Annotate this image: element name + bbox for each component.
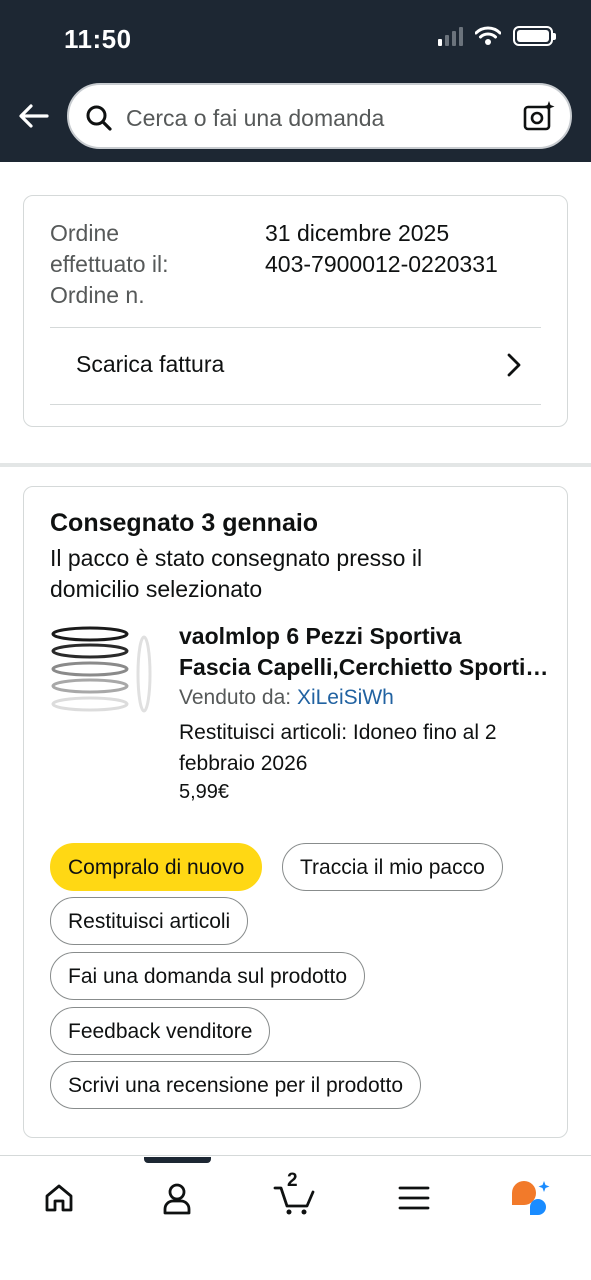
home-icon xyxy=(45,1184,73,1212)
rufus-assistant-icon xyxy=(512,1181,550,1215)
download-invoice-row[interactable]: Scarica fattura xyxy=(50,327,541,405)
placed-on-label: effettuato il: xyxy=(50,251,169,277)
tab-menu[interactable] xyxy=(384,1176,444,1220)
tab-account[interactable] xyxy=(147,1176,207,1220)
delivery-status-description: Il pacco è stato consegnato presso il do… xyxy=(50,545,423,602)
tab-cart[interactable]: 2 xyxy=(265,1170,325,1220)
tab-rufus[interactable] xyxy=(500,1176,560,1220)
order-date: 31 dicembre 2025 xyxy=(265,220,450,246)
search-placeholder: Cerca o fai una domanda xyxy=(126,105,385,131)
menu-icon xyxy=(398,1186,430,1210)
search-icon xyxy=(86,105,112,131)
order-number: 403-7900012-0220331 xyxy=(265,251,498,277)
product-title-line1: vaolmlop 6 Pezzi Sportiva xyxy=(179,623,462,649)
product-price: 5,99€ xyxy=(179,781,230,803)
ask-product-question-button[interactable]: Fai una domanda sul prodotto xyxy=(50,952,366,1000)
back-arrow-icon[interactable] xyxy=(16,98,52,134)
camera-search-icon[interactable] xyxy=(522,99,556,133)
product-title[interactable]: vaolmlop 6 Pezzi Sportiva Fascia Capelli… xyxy=(179,621,549,683)
status-icons xyxy=(438,26,556,46)
sold-by-label: Venduto da: xyxy=(179,686,292,709)
order-values: 31 dicembre 2025 403-7900012-0220331 xyxy=(265,218,498,280)
order-labels: Ordine effettuato il: Ordine n. xyxy=(50,218,169,311)
battery-icon xyxy=(513,26,556,46)
search-bar[interactable]: Cerca o fai una domanda xyxy=(67,83,572,149)
product-title-line2: Fascia Capelli,Cerchietto Sportivo xyxy=(179,654,549,680)
divider xyxy=(50,404,541,405)
tab-home[interactable] xyxy=(29,1176,89,1220)
write-review-button[interactable]: Scrivi una recensione per il prodotto xyxy=(50,1061,422,1109)
app-header: 11:50 Cerca o fai una domanda xyxy=(0,0,591,162)
return-eligibility: Restituisci articoli: Idoneo fino al 2 f… xyxy=(179,721,497,775)
wifi-icon xyxy=(475,26,501,45)
status-time: 11:50 xyxy=(64,24,132,54)
cart-count-badge: 2 xyxy=(287,1170,298,1191)
shipment-card: Consegnato 3 gennaio Il pacco è stato co… xyxy=(23,486,568,1138)
delivery-status-title: Consegnato 3 gennaio xyxy=(50,509,319,537)
bottom-tab-bar: 2 xyxy=(0,1155,591,1280)
chevron-right-icon xyxy=(507,353,521,377)
seller-link[interactable]: XiLeiSiWh xyxy=(297,686,394,709)
seller-feedback-button[interactable]: Feedback venditore xyxy=(50,1007,271,1055)
product-image[interactable] xyxy=(50,622,160,722)
track-package-button[interactable]: Traccia il mio pacco xyxy=(282,843,503,891)
order-info-card: Ordine effettuato il: Ordine n. 31 dicem… xyxy=(23,195,568,427)
sold-by: Venduto da: XiLeiSiWh xyxy=(179,686,394,710)
section-separator xyxy=(0,463,591,467)
order-label: Ordine xyxy=(50,220,120,246)
account-icon xyxy=(163,1183,191,1215)
buy-again-button[interactable]: Compralo di nuovo xyxy=(50,843,263,891)
return-items-button[interactable]: Restituisci articoli xyxy=(50,897,249,945)
active-tab-indicator xyxy=(144,1157,211,1163)
cellular-signal-icon xyxy=(438,26,463,46)
order-number-label: Ordine n. xyxy=(50,282,145,308)
download-invoice-label: Scarica fattura xyxy=(76,351,225,377)
